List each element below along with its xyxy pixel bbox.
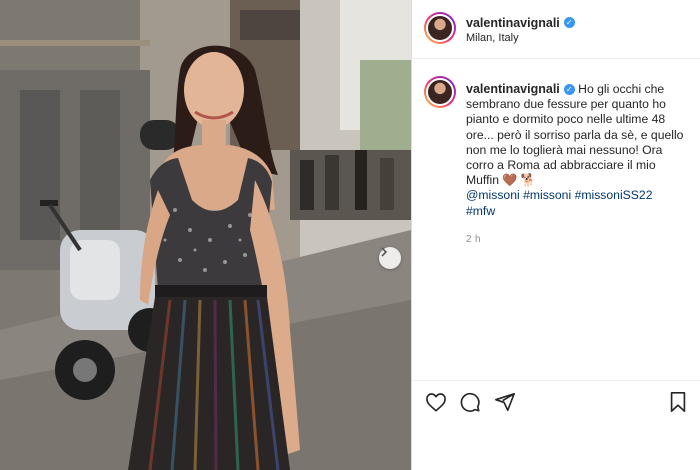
comment-button[interactable] <box>459 391 481 418</box>
like-button[interactable] <box>425 392 447 417</box>
post-location[interactable]: Milan, Italy <box>466 32 519 44</box>
chevron-right-icon <box>381 247 388 257</box>
send-icon <box>495 392 515 412</box>
post-timestamp: 2 h <box>466 234 481 245</box>
comment-icon <box>460 392 480 412</box>
bookmark-icon <box>670 392 686 412</box>
post-caption: valentinavignali ✓ Ho gli occhi che sembr… <box>466 82 690 219</box>
verified-badge-icon: ✓ <box>563 84 575 96</box>
avatar[interactable] <box>424 12 456 44</box>
verified-badge-icon: ✓ <box>563 17 575 29</box>
caption-username[interactable]: valentinavignali <box>466 82 560 96</box>
share-button[interactable] <box>494 391 516 418</box>
actions-divider <box>412 380 700 381</box>
hashtag-link[interactable]: #missoni <box>523 188 571 202</box>
header-username[interactable]: valentinavignali <box>466 16 560 30</box>
mention-link[interactable]: @missoni <box>466 188 520 202</box>
header-username-row: valentinavignali ✓ <box>466 14 575 32</box>
save-button[interactable] <box>668 391 688 418</box>
street-scene-image <box>0 0 411 470</box>
post-header: valentinavignali ✓ Milan, Italy <box>412 0 700 59</box>
heart-icon <box>426 393 446 412</box>
hashtag-link[interactable]: #missoniSS22 <box>575 188 653 202</box>
post-photo[interactable] <box>0 0 411 470</box>
post-details-panel: valentinavignali ✓ Milan, Italy valentina… <box>412 0 700 470</box>
caption-text: Ho gli occhi che sembrano due fessure pe… <box>466 82 684 188</box>
hashtag-link[interactable]: #mfw <box>466 204 495 218</box>
next-photo-button[interactable] <box>379 247 401 269</box>
caption-avatar[interactable] <box>424 76 456 108</box>
